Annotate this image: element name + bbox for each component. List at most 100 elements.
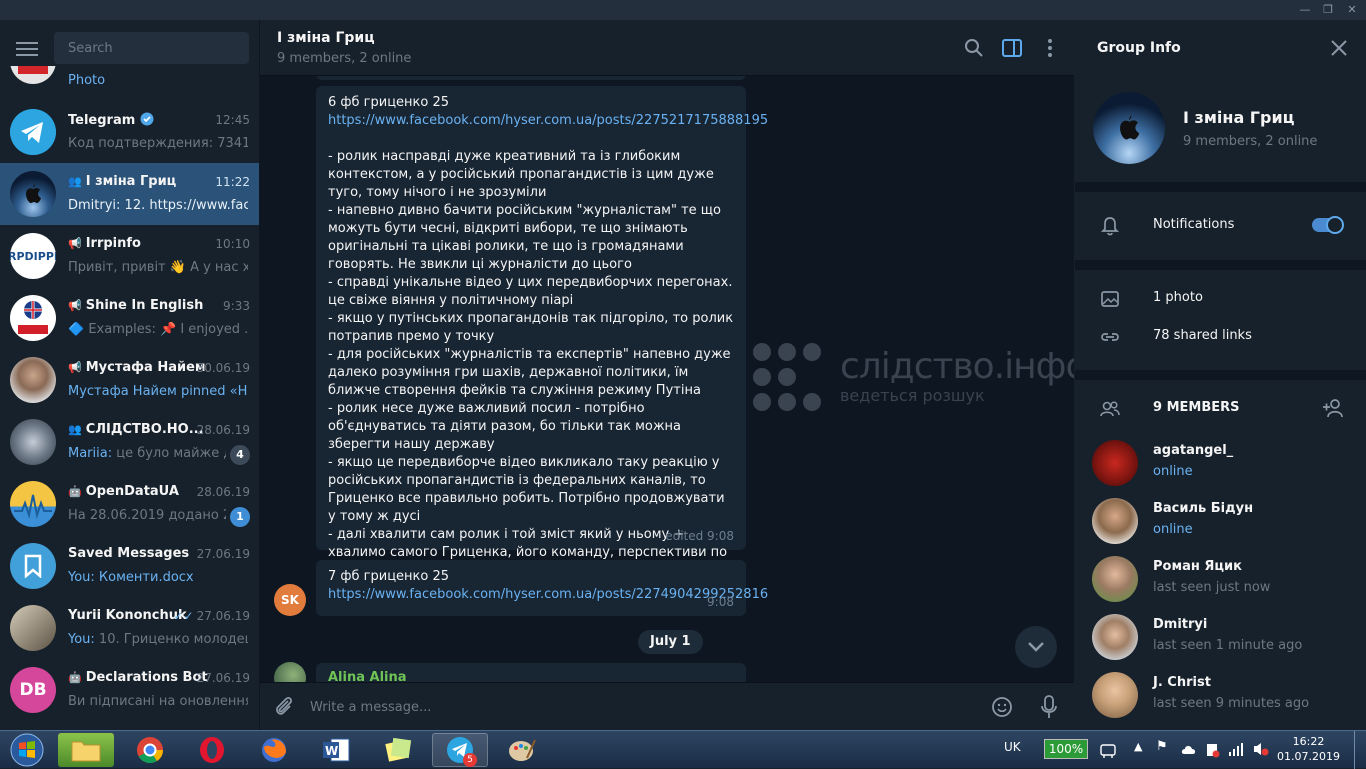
sender-avatar[interactable] xyxy=(274,662,306,682)
taskbar-firefox[interactable] xyxy=(246,733,302,767)
chat-preview: Мустафа Найем pinned «На... xyxy=(68,384,248,399)
battery-indicator[interactable]: 100% xyxy=(1044,739,1088,759)
chat-item-declarations-bot[interactable]: DB 🤖 Declarations Bot 27.06.19 Ви підписа… xyxy=(0,659,259,721)
minimize-button[interactable]: — xyxy=(1295,2,1315,18)
shared-links-row[interactable]: 78 shared links xyxy=(1075,318,1366,356)
scroll-down-button[interactable] xyxy=(1015,626,1057,668)
windows-taskbar: W 5 UK 100% ▲ ⚑ 16:22 01.07.2019 xyxy=(0,730,1366,769)
system-clock[interactable]: 16:22 01.07.2019 xyxy=(1277,734,1340,764)
chat-item-shine-in-english[interactable]: 📢 Shine In English 9:33 🔷 Examples: 📌 I e… xyxy=(0,287,259,349)
member-avatar xyxy=(1092,498,1138,544)
chat-sidebar: Photo Telegram 12:45 Код подтверждения: … xyxy=(0,20,260,730)
taskbar-explorer[interactable] xyxy=(58,733,114,767)
taskbar-sticky-notes[interactable] xyxy=(370,733,426,767)
svg-text:W: W xyxy=(325,744,338,758)
group-info-header: Group Info xyxy=(1075,20,1366,76)
partial-chat-top[interactable]: Photo xyxy=(0,66,259,98)
chat-name: Irrpinfo xyxy=(85,236,141,251)
chrome-icon xyxy=(137,737,164,764)
notifications-row[interactable]: Notifications xyxy=(1075,207,1366,245)
chat-item-slidstvo[interactable]: 👥 СЛІДСТВО.НО... 28.06.19 Mariia: це було… xyxy=(0,411,259,473)
taskbar-chrome[interactable] xyxy=(122,733,178,767)
member-item[interactable]: Роман Яцик last seen just now xyxy=(1075,552,1366,610)
close-window-button[interactable]: ✕ xyxy=(1342,2,1362,18)
flag-icon[interactable]: ⚑ xyxy=(1156,739,1168,754)
maximize-button[interactable]: ❐ xyxy=(1318,2,1338,18)
message-sender: Alina Alina xyxy=(328,670,407,682)
security-icon[interactable] xyxy=(1204,741,1220,759)
chat-item-telegram[interactable]: Telegram 12:45 Код подтверждения: 73414.… xyxy=(0,101,259,163)
chat-item-saved-messages[interactable]: Saved Messages 27.06.19 You: Коменти.doc… xyxy=(0,535,259,597)
taskbar-word[interactable]: W xyxy=(308,733,364,767)
search-input[interactable] xyxy=(54,32,249,64)
show-hidden-icons-icon[interactable]: ▲ xyxy=(1134,740,1142,753)
attach-icon[interactable] xyxy=(272,695,296,719)
member-status: last seen 1 minute ago xyxy=(1153,638,1303,653)
member-item[interactable]: agatangel_ online xyxy=(1075,436,1366,494)
photos-row[interactable]: 1 photo xyxy=(1075,280,1366,318)
chat-item-i-zmina-hryts[interactable]: 👥 І зміна Гриц 11:22 Dmitryi: 12. https:/… xyxy=(0,163,259,225)
bot-icon: 🤖 xyxy=(68,671,82,684)
member-status: online xyxy=(1153,464,1193,479)
chat-item-irrpinfo[interactable]: RPDIPPI 📢 Irrpinfo 10:10 Привіт, привіт 👋… xyxy=(0,225,259,287)
menu-icon[interactable] xyxy=(14,38,40,58)
group-avatar[interactable] xyxy=(1093,92,1165,164)
avatar: RPDIPPI xyxy=(10,233,56,279)
more-icon[interactable] xyxy=(1038,36,1062,60)
show-desktop-button[interactable] xyxy=(1354,731,1366,769)
member-item[interactable]: Dmitryi last seen 1 minute ago xyxy=(1075,610,1366,668)
chat-item-yurii-kononchuk[interactable]: Yurii Kononchuk ✓✓ 27.06.19 You: 10. Гриц… xyxy=(0,597,259,659)
network-device-icon[interactable] xyxy=(1098,741,1118,759)
chat-name: Telegram xyxy=(68,113,136,128)
member-item[interactable]: Василь Бідун online xyxy=(1075,494,1366,552)
member-name: J. Christ xyxy=(1153,675,1211,690)
add-member-icon[interactable] xyxy=(1321,396,1345,420)
chat-preview-sender: You: xyxy=(68,570,95,585)
chat-name: І зміна Гриц xyxy=(85,174,177,189)
members-count: 9 MEMBERS xyxy=(1153,400,1240,415)
message-bubble[interactable]: 6 фб гриценко 25 https://www.facebook.co… xyxy=(316,86,768,578)
message-area[interactable]: слідство.інфо ведеться розшук 6 фб грице… xyxy=(260,76,1074,682)
message-link[interactable]: https://www.facebook.com/hyser.com.ua/po… xyxy=(328,586,768,604)
unread-badge: 1 xyxy=(230,507,250,527)
message-bubble[interactable]: 7 фб гриценко 25 https://www.facebook.co… xyxy=(316,560,768,616)
volume-muted-icon[interactable] xyxy=(1252,741,1270,757)
sender-avatar[interactable]: SK xyxy=(274,584,306,616)
chat-preview: це було майже д... xyxy=(116,446,226,461)
taskbar-paint[interactable] xyxy=(494,733,550,767)
chat-preview-sender: You: xyxy=(68,632,95,647)
avatar xyxy=(10,419,56,465)
emoji-icon[interactable] xyxy=(990,695,1014,719)
channel-icon: 📢 xyxy=(68,237,82,250)
start-button[interactable] xyxy=(4,732,50,768)
chat-item-mustafa-nayem[interactable]: 📢 Мустафа Найем 30.06.19 Мустафа Найем pi… xyxy=(0,349,259,411)
chat-header: І зміна Гриц 9 members, 2 online xyxy=(260,20,1074,76)
language-indicator[interactable]: UK xyxy=(1004,740,1021,754)
notifications-toggle[interactable] xyxy=(1312,216,1344,234)
signal-icon[interactable] xyxy=(1228,741,1244,757)
group-icon: 👥 xyxy=(68,423,82,436)
cloud-sync-icon[interactable] xyxy=(1180,741,1198,759)
avatar xyxy=(10,605,56,651)
search-icon[interactable] xyxy=(962,36,986,60)
chat-time: 28.06.19 xyxy=(196,423,250,437)
member-avatar xyxy=(1092,440,1138,486)
message-bubble[interactable]: Alina Alina xyxy=(316,663,746,682)
message-input[interactable] xyxy=(310,695,970,719)
chat-item-opendataua[interactable]: 🤖 OpenDataUA 28.06.19 На 28.06.2019 додан… xyxy=(0,473,259,535)
taskbar-telegram[interactable]: 5 xyxy=(432,733,488,767)
message-body: - ролик насправді дуже креативний та із … xyxy=(328,149,734,578)
chevron-down-icon xyxy=(1028,642,1044,652)
chat-time: 27.06.19 xyxy=(196,547,250,561)
bookmark-icon xyxy=(10,543,56,589)
sidebar-toggle-icon[interactable] xyxy=(1000,36,1024,60)
chat-title[interactable]: І зміна Гриц xyxy=(277,30,375,46)
member-name: Роман Яцик xyxy=(1153,559,1242,574)
notifications-label: Notifications xyxy=(1153,217,1235,232)
close-icon[interactable] xyxy=(1329,38,1349,58)
taskbar-opera[interactable] xyxy=(184,733,240,767)
message-link[interactable]: https://www.facebook.com/hyser.com.ua/po… xyxy=(328,112,768,130)
message-composer xyxy=(260,682,1074,730)
microphone-icon[interactable] xyxy=(1037,694,1061,720)
member-item[interactable]: J. Christ last seen 9 minutes ago xyxy=(1075,668,1366,726)
